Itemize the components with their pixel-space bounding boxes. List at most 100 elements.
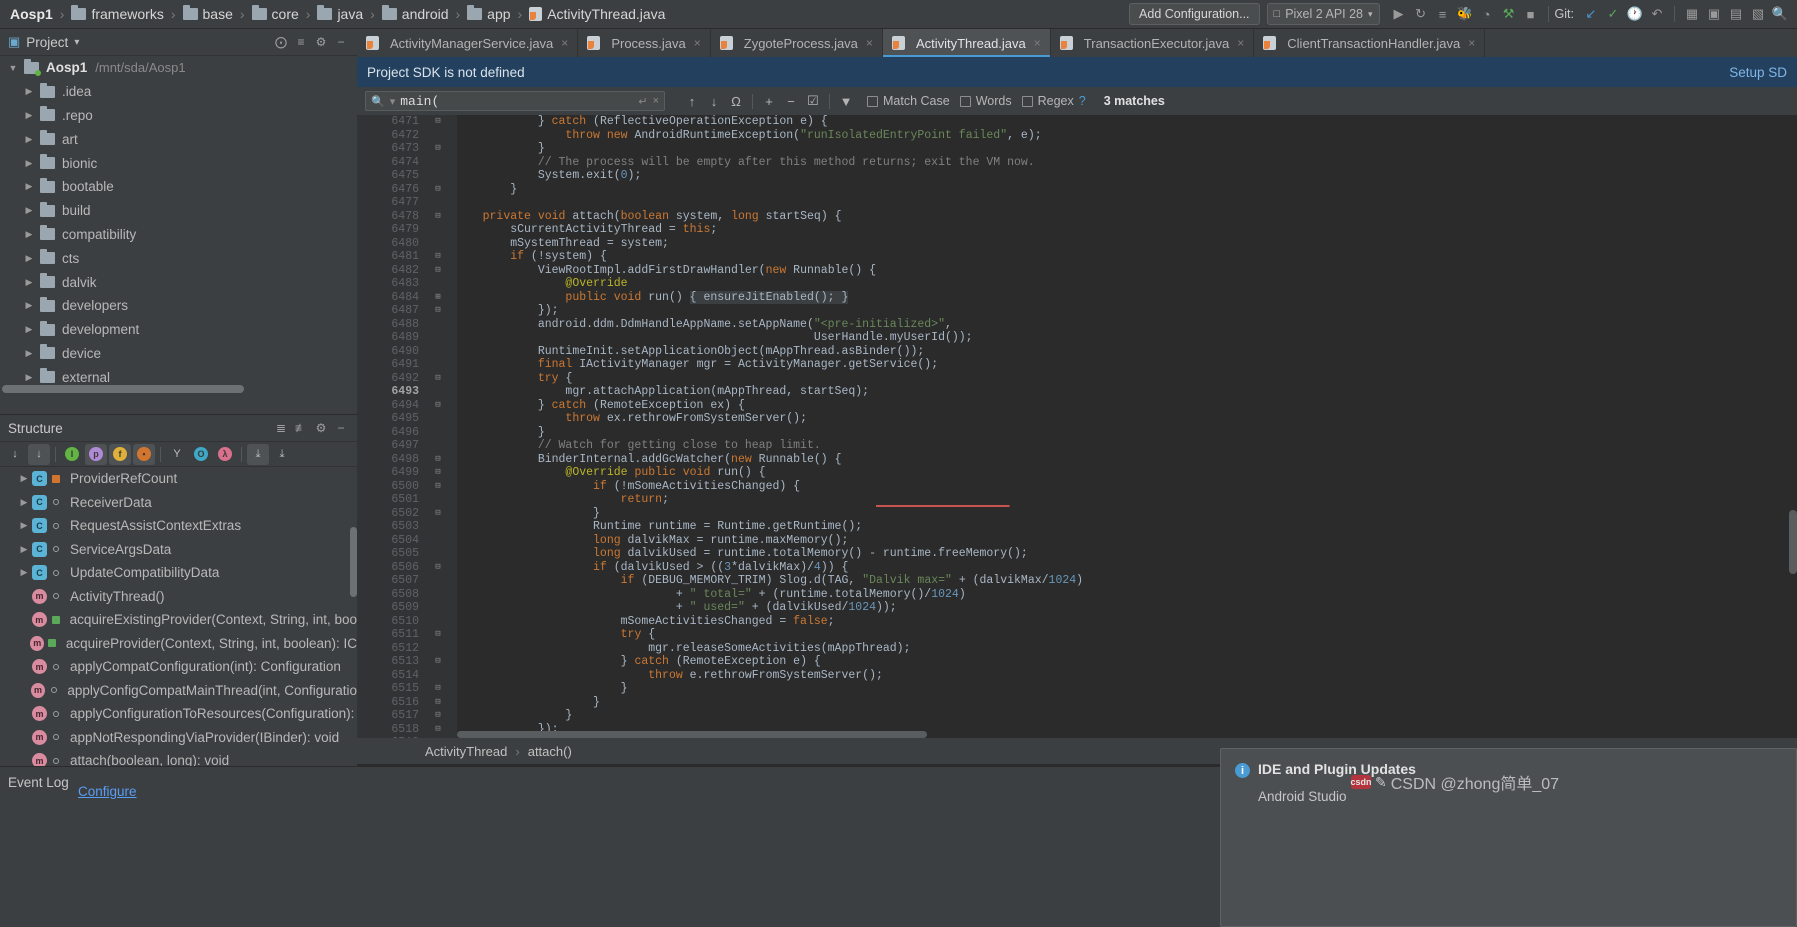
code-text[interactable]: + " total=" + (runtime.totalMemory()/102… — [449, 588, 966, 602]
code-line[interactable]: 6514 throw e.rethrowFromSystemServer(); — [357, 669, 1797, 683]
close-tab-icon[interactable]: × — [1237, 36, 1244, 50]
expand-arrow-icon[interactable]: ▶ — [22, 229, 36, 240]
code-text[interactable]: RuntimeInit.setApplicationObject(mAppThr… — [449, 345, 924, 359]
regex-help-icon[interactable]: ? — [1079, 94, 1086, 108]
select-all-occurrences-icon[interactable]: Ω — [725, 90, 747, 112]
code-text[interactable]: } — [449, 507, 600, 521]
code-line[interactable]: 6510 mSomeActivitiesChanged = false; — [357, 615, 1797, 629]
breadcrumb-item-android[interactable]: android — [380, 0, 451, 29]
fold-toggle-icon[interactable]: ⊟ — [427, 264, 449, 278]
code-text[interactable]: mgr.releaseSomeActivities(mAppThread); — [449, 642, 910, 656]
code-line[interactable]: 6498 ⊟ BinderInternal.addGcWatcher(new Ru… — [357, 453, 1797, 467]
expand-arrow-icon[interactable]: ▶ — [16, 497, 32, 508]
select-all-lines-icon[interactable]: ☑ — [802, 90, 824, 112]
code-text[interactable]: @Override — [449, 277, 627, 291]
code-line[interactable]: 6487 ⊟ }); — [357, 304, 1797, 318]
debug-icon[interactable]: 🐝 — [1454, 3, 1476, 25]
editor-horizontal-scrollbar[interactable] — [457, 731, 927, 738]
breadcrumb-item-activitythread-java[interactable]: ActivityThread.java — [527, 0, 667, 29]
expand-arrow-icon[interactable]: ▶ — [22, 134, 36, 145]
fold-toggle-icon[interactable]: ⊟ — [427, 453, 449, 467]
code-line[interactable]: 6515 ⊟ } — [357, 682, 1797, 696]
code-text[interactable]: } — [449, 709, 572, 723]
code-line[interactable]: 6480 mSystemThread = system; — [357, 237, 1797, 251]
code-line[interactable]: 6503 Runtime runtime = Runtime.getRuntim… — [357, 520, 1797, 534]
fold-toggle-icon[interactable]: ⊟ — [427, 628, 449, 642]
editor-tab-transactionexecutor[interactable]: TransactionExecutor.java × — [1050, 29, 1255, 57]
code-line[interactable]: 6475 System.exit(0); — [357, 169, 1797, 183]
code-text[interactable]: Runtime runtime = Runtime.getRuntime(); — [449, 520, 862, 534]
code-text[interactable]: // The process will be empty after this … — [449, 156, 1035, 170]
code-text[interactable]: }); — [449, 304, 559, 318]
project-tree-row[interactable]: ▶ bootable — [0, 175, 357, 199]
expand-arrow-icon[interactable]: ▶ — [22, 348, 36, 359]
run-icon[interactable]: ▶ — [1388, 3, 1410, 25]
code-line[interactable]: 6493 mgr.attachApplication(mAppThread, s… — [357, 385, 1797, 399]
structure-list-item[interactable]: m acquireExistingProvider(Context, String… — [0, 608, 357, 632]
project-tree-row[interactable]: ▶ .idea — [0, 80, 357, 104]
code-line[interactable]: 6511 ⊟ try { — [357, 628, 1797, 642]
add-line-to-selection-icon[interactable]: + — [758, 90, 780, 112]
project-tree-row[interactable]: ▶ compatibility — [0, 223, 357, 247]
code-text[interactable]: try { — [449, 372, 573, 386]
code-line[interactable]: 6472 throw new AndroidRuntimeException("… — [357, 129, 1797, 143]
code-text[interactable]: } catch (RemoteException e) { — [449, 655, 821, 669]
fold-toggle-icon[interactable]: ⊟ — [427, 655, 449, 669]
code-line[interactable]: 6490 RuntimeInit.setApplicationObject(mA… — [357, 345, 1797, 359]
rerun-icon[interactable]: ↻ — [1410, 3, 1432, 25]
expand-arrow-icon[interactable]: ▶ — [22, 158, 36, 169]
fold-toggle-icon[interactable]: ⊟ — [427, 142, 449, 156]
fold-toggle-icon[interactable]: ⊟ — [427, 736, 449, 738]
structure-list-item[interactable]: m applyConfigCompatMainThread(int, Config… — [0, 679, 357, 703]
code-line[interactable]: 6491 final IActivityManager mgr = Activi… — [357, 358, 1797, 372]
code-text[interactable]: System.exit(0); — [449, 169, 642, 183]
sort-alphabetically-icon[interactable]: ↓ — [28, 443, 50, 465]
structure-list-item[interactable]: m appNotRespondingViaProvider(IBinder): v… — [0, 726, 357, 750]
code-editor[interactable]: 6471 ⊟ } catch (ReflectiveOperationExcept… — [357, 115, 1797, 738]
code-line[interactable]: 6496 } — [357, 426, 1797, 440]
search-input-value[interactable]: main( — [400, 94, 633, 109]
structure-list-item[interactable]: m ActivityThread() — [0, 585, 357, 609]
code-text[interactable]: private void attach(boolean system, long… — [449, 210, 842, 224]
fold-toggle-icon[interactable]: ⊟ — [427, 466, 449, 480]
code-line[interactable]: 6477 — [357, 196, 1797, 210]
breadcrumb-class[interactable]: ActivityThread — [425, 744, 507, 759]
code-line[interactable]: 6483 @Override — [357, 277, 1797, 291]
avd-manager-icon[interactable]: ▦ — [1681, 3, 1703, 25]
code-line[interactable]: 6505 long dalvikUsed = runtime.totalMemo… — [357, 547, 1797, 561]
editor-tab-activitythread[interactable]: ActivityThread.java × — [882, 29, 1051, 57]
code-text[interactable]: if (DEBUG_MEMORY_TRIM) Slog.d(TAG, "Dalv… — [449, 574, 1083, 588]
device-file-explorer-icon[interactable]: ▧ — [1747, 3, 1769, 25]
project-tree-row[interactable]: ▶ bionic — [0, 151, 357, 175]
collapse-all-icon[interactable]: ≡ — [291, 32, 311, 52]
words-box[interactable] — [959, 95, 971, 107]
editor-tab-clienttransactionhandler[interactable]: ClientTransactionHandler.java × — [1254, 29, 1486, 57]
breadcrumb-item-base[interactable]: base — [181, 0, 235, 29]
structure-list-item[interactable]: ▶ C ProviderRefCount — [0, 467, 357, 491]
show-non-public-icon[interactable]: ▪ — [133, 443, 155, 465]
expand-arrow-icon[interactable]: ▶ — [22, 300, 36, 311]
code-text[interactable]: public void run() { ensureJitEnabled(); … — [449, 290, 849, 305]
code-line[interactable]: 6507 if (DEBUG_MEMORY_TRIM) Slog.d(TAG, … — [357, 574, 1797, 588]
code-line[interactable]: 6497 // Watch for getting close to heap … — [357, 439, 1797, 453]
expand-arrow-icon[interactable]: ▶ — [22, 181, 36, 192]
code-lines[interactable]: 6471 ⊟ } catch (ReflectiveOperationExcept… — [357, 115, 1797, 738]
breadcrumb-item-core[interactable]: core — [250, 0, 301, 29]
code-line[interactable]: 6476 ⊟ } — [357, 183, 1797, 197]
words-checkbox[interactable]: Words — [959, 94, 1012, 108]
match-case-box[interactable] — [867, 95, 878, 107]
fold-toggle-icon[interactable]: ⊟ — [427, 696, 449, 710]
search-clear-icon[interactable]: × — [653, 95, 659, 107]
code-text[interactable]: if (!system) { — [449, 250, 607, 264]
code-line[interactable]: 6506 ⊟ if (dalvikUsed > ((3*dalvikMax)/4)… — [357, 561, 1797, 575]
close-tab-icon[interactable]: × — [694, 36, 701, 50]
expand-arrow-icon[interactable]: ▶ — [22, 324, 36, 335]
expand-all-icon[interactable]: ≣ — [271, 418, 291, 438]
filter-icon[interactable]: ▼ — [835, 90, 857, 112]
code-text[interactable]: } catch (RemoteException ex) { — [449, 399, 745, 413]
code-text[interactable]: // Watch for getting close to heap limit… — [449, 439, 821, 453]
sdk-manager-icon[interactable]: ▣ — [1703, 3, 1725, 25]
code-text[interactable]: } — [449, 426, 545, 440]
code-line[interactable]: 6500 ⊟ if (!mSomeActivitiesChanged) { — [357, 480, 1797, 494]
project-pane-caret-icon[interactable]: ▾ — [74, 37, 79, 48]
